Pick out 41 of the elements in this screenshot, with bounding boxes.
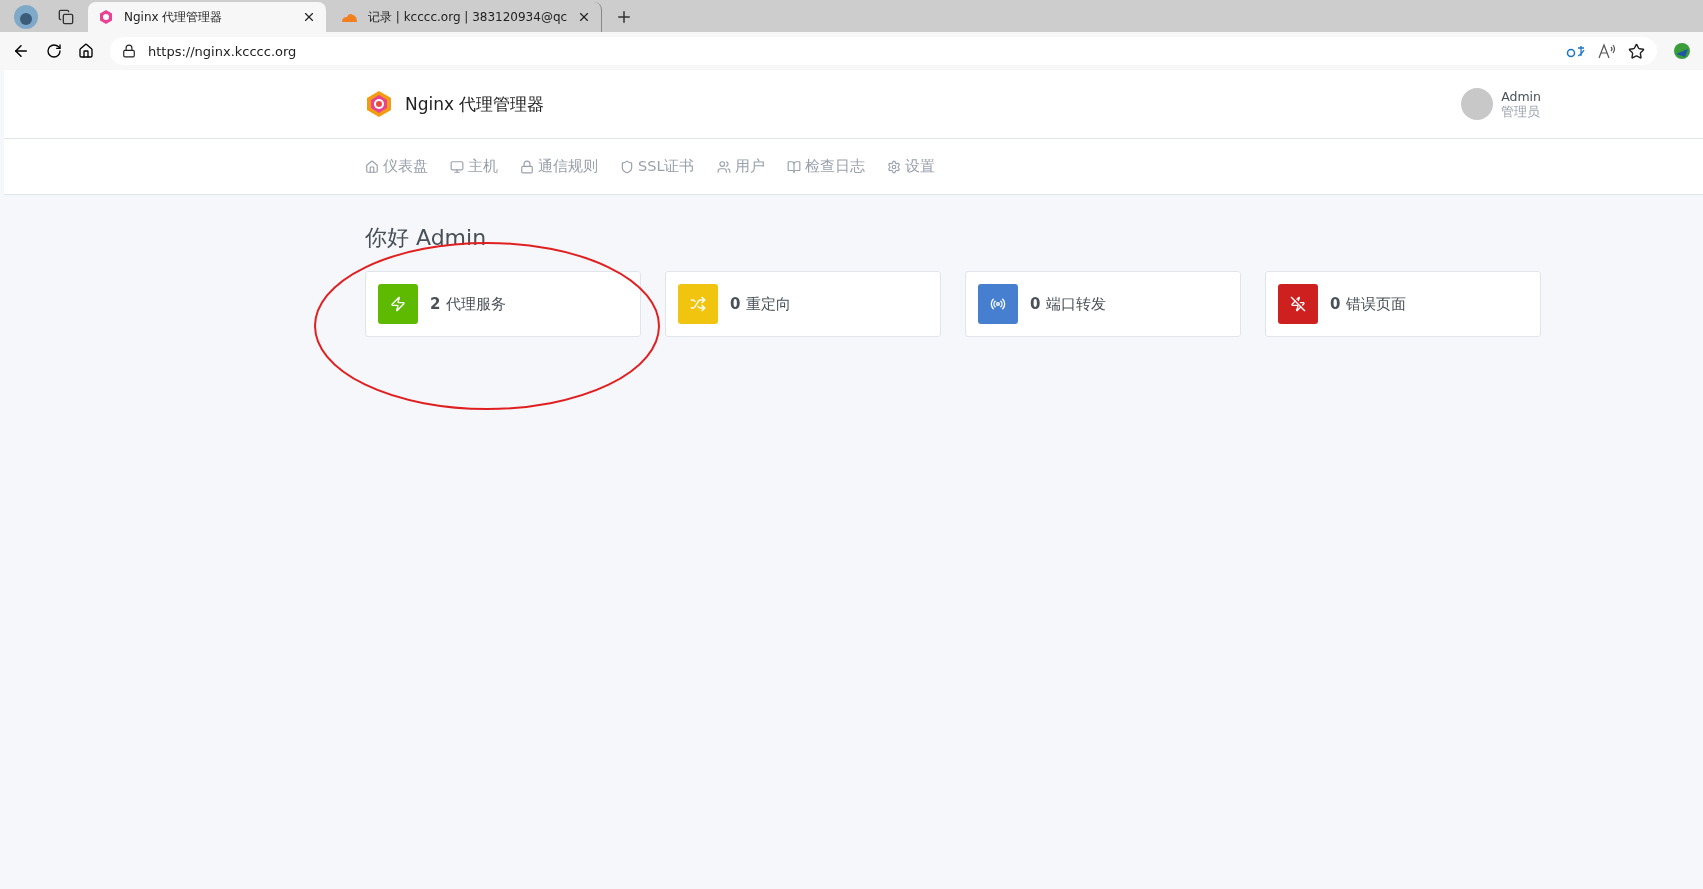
- users-icon: [716, 159, 731, 174]
- stat-count: 0: [1030, 295, 1041, 313]
- stat-card[interactable]: 0 重定向: [665, 271, 941, 337]
- favorite-icon[interactable]: [1628, 42, 1645, 60]
- crossed-lightning-icon: [1290, 296, 1306, 312]
- stat-count: 0: [1330, 295, 1341, 313]
- close-icon[interactable]: [302, 10, 316, 24]
- stat-label: 错误页面: [1346, 294, 1407, 314]
- read-aloud-icon[interactable]: [1598, 43, 1616, 59]
- hexagon-logo-icon: [365, 90, 393, 118]
- stat-count: 2: [430, 295, 441, 313]
- user-role: 管理员: [1501, 104, 1541, 119]
- user-name: Admin: [1501, 89, 1541, 104]
- settings-icon: [886, 159, 901, 174]
- stat-card[interactable]: 0 错误页面: [1265, 271, 1541, 337]
- app-title: Nginx 代理管理器: [405, 92, 545, 116]
- monitor-icon: [450, 159, 464, 174]
- stat-label: 端口转发: [1046, 294, 1107, 314]
- stat-card[interactable]: 0 端口转发: [965, 271, 1241, 337]
- greeting: 你好 Admin: [365, 224, 488, 252]
- address-bar[interactable]: https://nginx.kcccc.org: [110, 37, 1657, 65]
- cloud-icon: [340, 11, 358, 23]
- stat-label: 重定向: [746, 294, 792, 314]
- lightning-icon: [390, 296, 406, 312]
- home-icon: [365, 159, 379, 174]
- stat-card[interactable]: 2 代理服务: [365, 271, 641, 337]
- reload-icon[interactable]: [46, 43, 62, 59]
- stat-count: 0: [730, 295, 741, 313]
- tabs-icon[interactable]: [58, 9, 74, 25]
- stat-label: 代理服务: [446, 294, 507, 314]
- hexagon-logo-icon: [98, 9, 114, 25]
- lock-icon: [520, 159, 534, 174]
- extension-globe-icon[interactable]: [1673, 42, 1691, 60]
- shuffle-icon: [690, 296, 706, 312]
- shield-icon: [620, 159, 634, 174]
- browser-tab[interactable]: Nginx 代理管理器: [88, 2, 326, 32]
- broadcast-icon: [990, 296, 1006, 312]
- back-icon[interactable]: [12, 42, 30, 60]
- lock-icon: [122, 44, 136, 58]
- book-icon: [786, 159, 801, 174]
- home-icon[interactable]: [78, 43, 94, 59]
